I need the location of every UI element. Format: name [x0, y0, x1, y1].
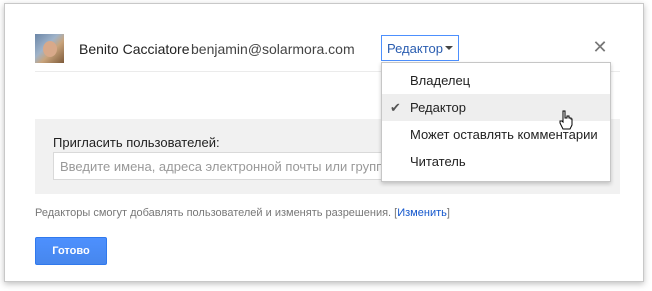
avatar	[35, 34, 64, 63]
menu-item-label: Читатель	[410, 154, 466, 169]
role-dropdown-label: Редактор	[387, 41, 443, 56]
menu-item-editor[interactable]: ✔ Редактор	[382, 94, 610, 121]
menu-item-label: Владелец	[410, 73, 471, 88]
share-dialog: Benito Cacciatore benjamin@solarmora.com…	[4, 3, 644, 282]
invite-label: Пригласить пользователей:	[53, 135, 220, 150]
menu-item-commenter[interactable]: Может оставлять комментарии	[382, 121, 610, 148]
role-dropdown[interactable]: Редактор	[381, 35, 459, 61]
avatar-face	[43, 41, 57, 57]
check-icon: ✔	[390, 100, 401, 115]
permissions-hint: Редакторы смогут добавлять пользователей…	[35, 207, 450, 219]
menu-item-viewer[interactable]: Читатель	[382, 148, 610, 175]
menu-item-owner[interactable]: Владелец	[382, 67, 610, 94]
chevron-down-icon	[445, 46, 453, 50]
role-menu: Владелец ✔ Редактор Может оставлять комм…	[381, 62, 611, 182]
close-icon[interactable]: ✕	[591, 38, 609, 56]
user-email: benjamin@solarmora.com	[191, 41, 355, 57]
hand-cursor-icon	[559, 110, 573, 130]
done-button[interactable]: Готово	[35, 237, 107, 265]
user-name: Benito Cacciatore	[79, 41, 190, 57]
hint-text: Редакторы смогут добавлять пользователей…	[35, 207, 392, 219]
menu-item-label: Редактор	[410, 100, 466, 115]
change-link[interactable]: Изменить	[397, 207, 447, 219]
